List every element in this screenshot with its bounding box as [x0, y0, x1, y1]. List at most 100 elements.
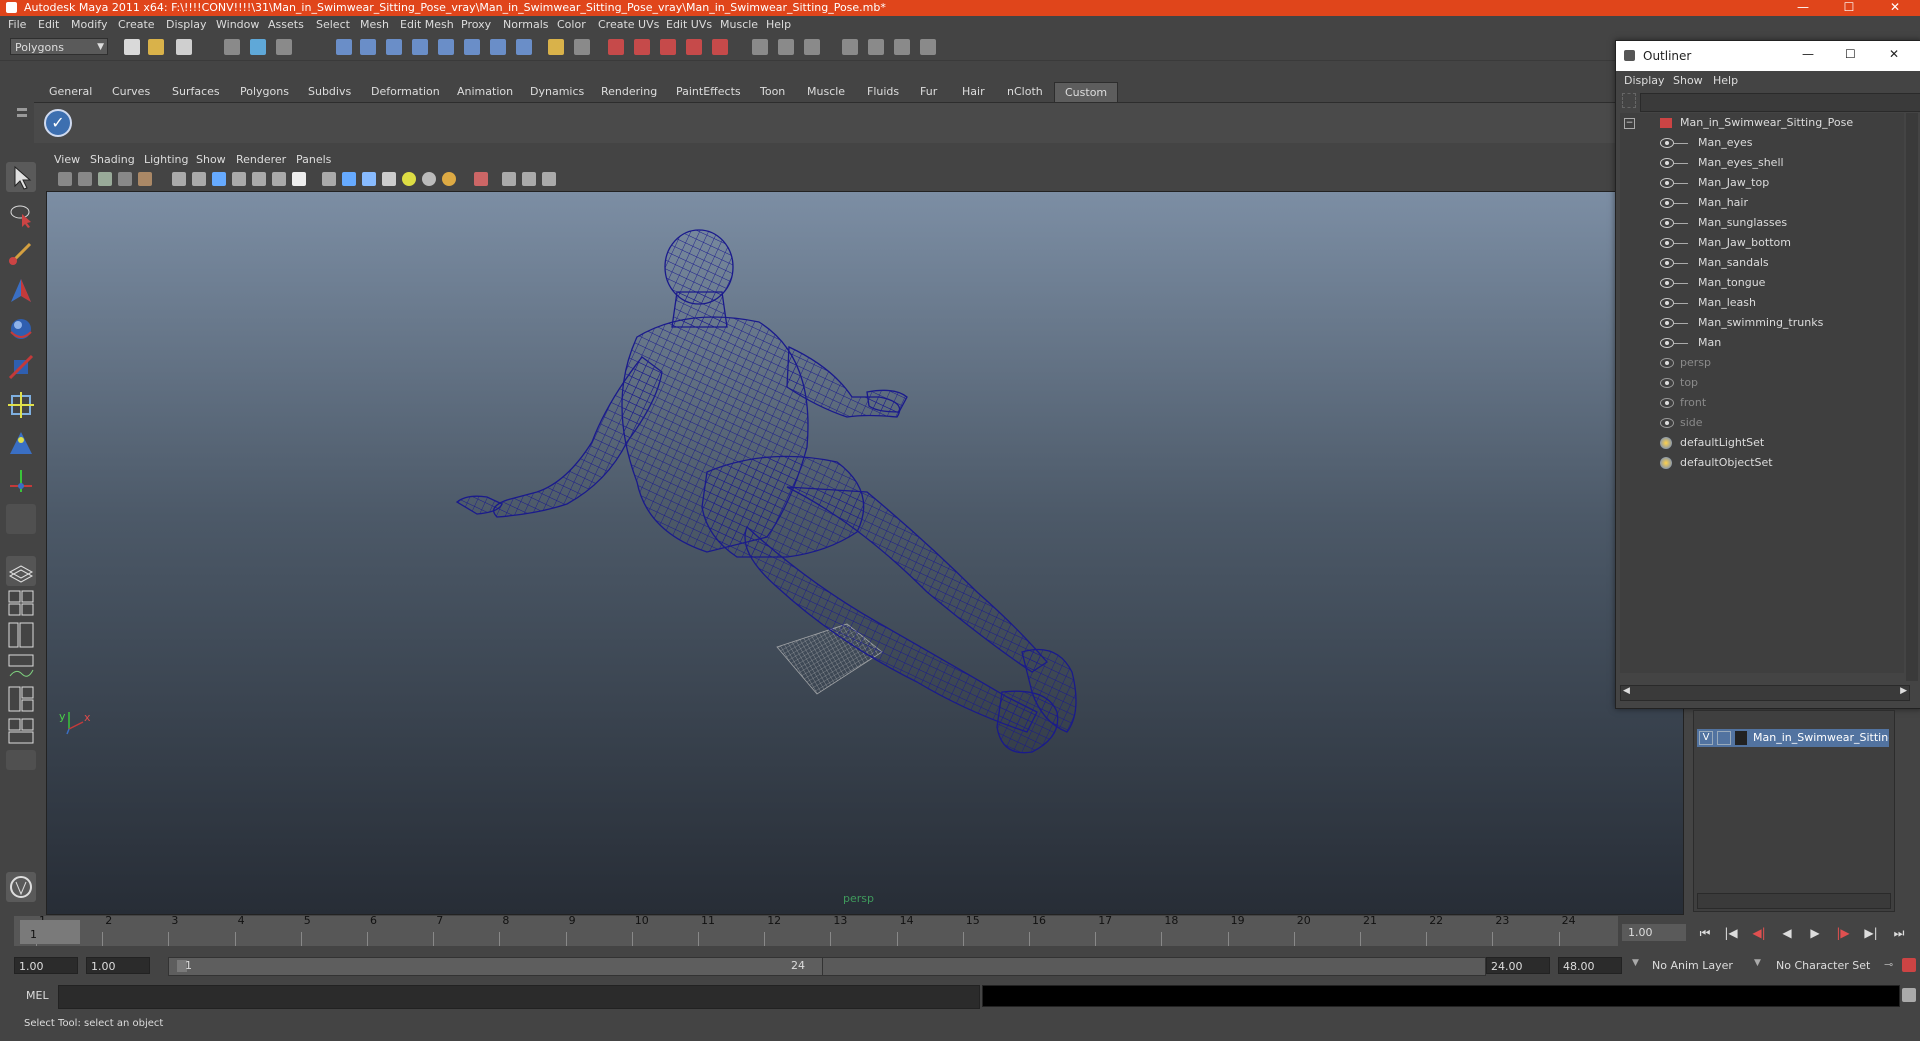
channel-box-icon[interactable]	[920, 39, 936, 55]
lock-icon[interactable]	[548, 39, 564, 55]
render-settings-icon[interactable]	[660, 39, 676, 55]
sidebar-toggle-icon[interactable]	[894, 39, 910, 55]
single-perspective-layout-icon[interactable]	[6, 556, 36, 586]
camera-attributes-icon[interactable]	[78, 172, 92, 186]
textured-icon[interactable]	[382, 172, 396, 186]
shelf-tab-ncloth[interactable]: nCloth	[1007, 82, 1043, 102]
perspective-graph-layout-icon[interactable]	[6, 652, 36, 682]
step-forward-frame-icon[interactable]: |▶	[1834, 924, 1852, 942]
menu-proxy[interactable]: Proxy	[461, 18, 491, 31]
go-to-start-icon[interactable]: ⏮	[1696, 924, 1714, 942]
step-back-key-icon[interactable]: |◀	[1722, 924, 1740, 942]
shelf-tab-deformation[interactable]: Deformation	[371, 82, 440, 102]
safe-title-icon[interactable]	[292, 172, 306, 186]
isolate-select-icon[interactable]	[474, 172, 488, 186]
wireframe-shading-icon[interactable]	[322, 172, 336, 186]
scroll-right-icon[interactable]: ▶	[1900, 686, 1907, 696]
custom-shelf-check-icon[interactable]: ✓	[44, 109, 72, 137]
film-gate-icon[interactable]	[192, 172, 206, 186]
menu-modify[interactable]: Modify	[71, 18, 107, 31]
attribute-editor-toggle-icon[interactable]	[804, 39, 820, 55]
help-question-icon[interactable]	[516, 39, 532, 55]
smooth-shading-icon[interactable]	[342, 172, 356, 186]
snap-point-icon[interactable]	[386, 39, 402, 55]
outliner-layout-icon[interactable]	[6, 716, 36, 746]
perspective-viewport[interactable]: x y persp	[46, 191, 1684, 915]
viewport-menu-renderer[interactable]: Renderer	[236, 153, 286, 166]
rotate-tool-icon[interactable]	[6, 314, 36, 344]
snap-grid-icon[interactable]	[336, 39, 352, 55]
menu-help[interactable]: Help	[766, 18, 791, 31]
layer-row[interactable]: V Man_in_Swimwear_Sitting	[1697, 729, 1889, 747]
wireframe-model[interactable]	[47, 192, 1683, 914]
start-time-field[interactable]: 1.00	[14, 957, 78, 974]
end-time-field[interactable]: 48.00	[1558, 957, 1622, 974]
outliner-menu-display[interactable]: Display	[1624, 74, 1665, 87]
shelf-tab-rendering[interactable]: Rendering	[601, 82, 657, 102]
shelf-menu-handle[interactable]	[14, 82, 30, 142]
chevron-down-icon[interactable]: ▼	[1754, 958, 1761, 968]
outliner-vertical-scrollbar[interactable]	[1906, 113, 1918, 681]
menu-window[interactable]: Window	[216, 18, 259, 31]
channel-box-toggle-icon[interactable]	[778, 39, 794, 55]
paint-select-tool-icon[interactable]	[6, 238, 36, 268]
menu-select[interactable]: Select	[316, 18, 350, 31]
close-button[interactable]: ✕	[1872, 0, 1918, 16]
show-manipulator-icon[interactable]	[6, 466, 36, 496]
shelf-tab-fluids[interactable]: Fluids	[867, 82, 899, 102]
shelf-tab-hair[interactable]: Hair	[962, 82, 985, 102]
construction-history-icon[interactable]	[490, 39, 506, 55]
quick-layout-icon[interactable]	[6, 872, 36, 902]
step-back-frame-icon[interactable]: ◀|	[1750, 924, 1768, 942]
play-backward-icon[interactable]: ◀	[1778, 924, 1796, 942]
tool-settings-icon[interactable]	[842, 39, 858, 55]
shelf-tab-curves[interactable]: Curves	[112, 82, 150, 102]
select-tool-icon[interactable]	[6, 162, 36, 192]
viewport-menu-shading[interactable]: Shading	[90, 153, 135, 166]
command-input[interactable]	[58, 985, 980, 1009]
menu-normals[interactable]: Normals	[503, 18, 549, 31]
gate-mask-icon[interactable]	[232, 172, 246, 186]
range-slider-track[interactable]	[822, 957, 1486, 976]
outliner-minimize-button[interactable]: —	[1802, 47, 1814, 61]
save-scene-icon[interactable]	[176, 39, 192, 55]
range-slider[interactable]: 1 24	[168, 957, 824, 976]
shelf-tab-fur[interactable]: Fur	[920, 82, 937, 102]
shadows-icon[interactable]	[422, 172, 436, 186]
shelf-tab-subdivs[interactable]: Subdivs	[308, 82, 351, 102]
minimize-button[interactable]: —	[1780, 0, 1826, 16]
shelf-tab-painteffects[interactable]: PaintEffects	[676, 82, 741, 102]
select-hierarchy-icon[interactable]	[224, 39, 240, 55]
viewport-menu-show[interactable]: Show	[196, 153, 226, 166]
character-set-dropdown[interactable]: No Character Set	[1772, 957, 1882, 974]
current-time-field[interactable]: 1.00	[1622, 924, 1686, 941]
outliner-menu-show[interactable]: Show	[1673, 74, 1703, 87]
command-language-label[interactable]: MEL	[26, 989, 49, 1002]
hypershade-layout-icon[interactable]	[6, 684, 36, 714]
current-time-marker[interactable]: 1	[20, 920, 80, 944]
shelf-tab-animation[interactable]: Animation	[457, 82, 513, 102]
shelf-tab-custom[interactable]: Custom	[1054, 82, 1119, 103]
lasso-tool-icon[interactable]	[6, 200, 36, 230]
outliner-horizontal-scrollbar[interactable]: ◀ ▶	[1620, 685, 1910, 701]
camera-select-icon[interactable]	[58, 172, 72, 186]
scroll-left-icon[interactable]: ◀	[1623, 686, 1630, 696]
collapse-icon[interactable]: −	[1624, 118, 1635, 129]
layer-type-toggle[interactable]	[1717, 731, 1731, 745]
universal-manipulator-icon[interactable]	[6, 390, 36, 420]
menu-mesh[interactable]: Mesh	[360, 18, 389, 31]
menu-display[interactable]: Display	[166, 18, 207, 31]
make-live-icon[interactable]	[438, 39, 454, 55]
shelf-tab-polygons[interactable]: Polygons	[240, 82, 289, 102]
history-icon[interactable]	[464, 39, 480, 55]
script-editor-icon[interactable]	[1902, 988, 1916, 1002]
more-layouts-icon[interactable]	[6, 750, 36, 770]
shelf-tab-surfaces[interactable]: Surfaces	[172, 82, 220, 102]
new-scene-icon[interactable]	[124, 39, 140, 55]
backface-culling-icon[interactable]	[542, 172, 556, 186]
two-d-pan-icon[interactable]	[138, 172, 152, 186]
render-frame-icon[interactable]	[608, 39, 624, 55]
image-plane-icon[interactable]	[118, 172, 132, 186]
snap-view-plane-icon[interactable]	[412, 39, 428, 55]
anim-layer-dropdown[interactable]: No Anim Layer	[1648, 957, 1758, 974]
